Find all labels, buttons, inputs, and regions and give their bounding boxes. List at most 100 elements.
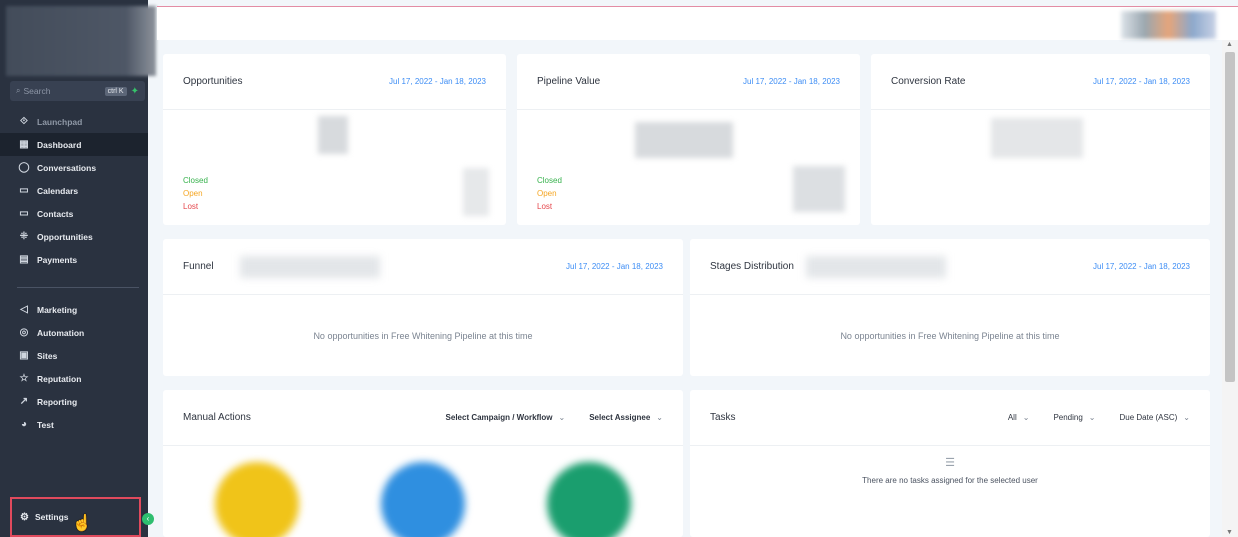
pipeline-select[interactable] (805, 255, 946, 278)
pipeline-select[interactable] (239, 255, 380, 278)
user-avatar-area[interactable] (1121, 11, 1216, 39)
empty-message: No opportunities in Free Whitening Pipel… (840, 331, 1060, 341)
sidebar-item-conversations[interactable]: ◯ Conversations (0, 156, 148, 179)
sidebar-item-reporting[interactable]: ↗ Reporting (0, 390, 148, 413)
blurred-value (318, 116, 348, 154)
contacts-icon: ▭ (19, 208, 29, 219)
sidebar-item-contacts[interactable]: ▭ Contacts (0, 202, 148, 225)
sidebar-item-dashboard[interactable]: ▦ Dashboard (0, 133, 148, 156)
conversion-rate-card: Conversion Rate Jul 17, 2022 - Jan 18, 2… (871, 54, 1210, 225)
sidebar-item-automation[interactable]: ◎ Automation (0, 321, 148, 344)
sidebar-item-opportunities[interactable]: ⁜ Opportunities (0, 225, 148, 248)
sidebar-item-label: Marketing (37, 304, 78, 315)
automation-icon: ◎ (19, 327, 29, 338)
sites-icon: ▣ (19, 350, 29, 361)
tasks-card: Tasks All ⌄ Pending ⌄ Due Date (ASC) ⌄ ☰… (690, 390, 1210, 537)
call-action-circle[interactable] (381, 462, 465, 537)
date-range[interactable]: Jul 17, 2022 - Jan 18, 2023 (1093, 262, 1190, 271)
scroll-down-icon[interactable]: ▼ (1226, 529, 1233, 536)
sidebar-item-label: Sites (37, 350, 58, 361)
opportunities-icon: ⁜ (19, 231, 29, 242)
sidebar-item-sites[interactable]: ▣ Sites (0, 344, 148, 367)
card-title: Funnel (183, 261, 214, 272)
legend-lost: Lost (537, 202, 553, 211)
email-action-circle[interactable] (547, 462, 631, 537)
sidebar-item-label: Opportunities (37, 231, 93, 242)
search-box[interactable]: ⌕ Search ctrl K ✦ (10, 81, 145, 101)
blurred-value (991, 118, 1083, 158)
sidebar: ⌕ Search ctrl K ✦ ⟐ Launchpad ▦ Dashboard ◯ C… (0, 0, 156, 537)
sidebar-item-label: Test (37, 419, 54, 430)
pipeline-value-card: Pipeline Value Jul 17, 2022 - Jan 18, 20… (517, 54, 860, 225)
date-range[interactable]: Jul 17, 2022 - Jan 18, 2023 (743, 77, 840, 86)
select-label: Select Assignee (589, 413, 651, 422)
sidebar-item-label: Conversations (37, 162, 97, 173)
card-title: Manual Actions (183, 412, 251, 423)
hand-cursor-icon: ☝ (72, 515, 92, 532)
calendar-icon: ▭ (19, 185, 29, 196)
card-title: Conversion Rate (891, 76, 966, 87)
funnel-card: Funnel Jul 17, 2022 - Jan 18, 2023 No op… (163, 239, 683, 376)
location-switcher[interactable] (6, 6, 156, 76)
status-legend: Closed Open Lost (537, 174, 562, 213)
sidebar-nav-primary: ⟐ Launchpad ▦ Dashboard ◯ Conversations ▭ Calen… (0, 110, 148, 271)
chevron-down-icon: ⌄ (1022, 413, 1030, 422)
sidebar-item-label: Automation (37, 327, 85, 338)
empty-list-icon: ☰ (945, 457, 955, 469)
search-icon: ⌕ (16, 86, 21, 95)
select-label: Pending (1053, 413, 1083, 422)
filter-all-select[interactable]: All ⌄ (1008, 413, 1030, 422)
sidebar-item-label: Payments (37, 254, 78, 265)
sidebar-item-reputation[interactable]: ☆ Reputation (0, 367, 148, 390)
date-range[interactable]: Jul 17, 2022 - Jan 18, 2023 (1093, 77, 1190, 86)
chevron-down-icon: ⌄ (656, 413, 663, 422)
legend-closed: Closed (537, 176, 562, 185)
sidebar-item-label: Reputation (37, 373, 82, 384)
empty-message: No opportunities in Free Whitening Pipel… (313, 331, 533, 341)
top-header (157, 6, 1238, 40)
sort-select[interactable]: Due Date (ASC) ⌄ (1120, 413, 1191, 422)
star-icon: ☆ (19, 373, 29, 384)
empty-message: There are no tasks assigned for the sele… (862, 476, 1038, 485)
select-label: Due Date (ASC) (1119, 413, 1178, 422)
sidebar-item-launchpad[interactable]: ⟐ Launchpad (0, 110, 148, 133)
opportunities-card: Opportunities Jul 17, 2022 - Jan 18, 202… (163, 54, 506, 225)
blurred-chart (463, 168, 489, 216)
scroll-up-icon[interactable]: ▲ (1226, 41, 1233, 48)
sms-action-circle[interactable] (215, 462, 299, 537)
gear-icon: ⚙ (20, 511, 29, 523)
sidebar-item-payments[interactable]: ▤ Payments (0, 248, 148, 271)
scrollbar-thumb[interactable] (1225, 52, 1235, 382)
blurred-value (635, 122, 733, 158)
chevron-down-icon: ⌄ (558, 413, 566, 422)
page-scrollbar[interactable]: ▲ ▼ (1222, 40, 1238, 537)
sidebar-item-label: Dashboard (37, 139, 82, 150)
date-range[interactable]: Jul 17, 2022 - Jan 18, 2023 (389, 77, 486, 86)
chat-icon: ◯ (18, 162, 30, 173)
collapse-sidebar-button[interactable]: ‹ (142, 513, 154, 525)
payments-icon: ▤ (19, 254, 29, 265)
status-legend: Closed Open Lost (183, 174, 208, 213)
sidebar-item-test[interactable]: ◕ Test (0, 413, 148, 436)
dashboard-icon: ▦ (19, 139, 29, 150)
card-title: Pipeline Value (537, 76, 601, 87)
sidebar-item-calendars[interactable]: ▭ Calendars (0, 179, 148, 202)
status-filter-select[interactable]: Pending ⌄ (1053, 413, 1095, 422)
sidebar-item-label: Contacts (37, 208, 74, 219)
manual-actions-card: Manual Actions Select Campaign / Workflo… (163, 390, 683, 537)
chart-line-icon: ↗ (19, 396, 29, 407)
sparkle-icon[interactable]: ✦ (131, 86, 139, 97)
select-label: Select Campaign / Workflow (445, 413, 553, 422)
test-icon: ◕ (20, 419, 28, 430)
sidebar-nav-secondary: ◁ Marketing ◎ Automation ▣ Sites ☆ Reputation ↗ R… (0, 298, 148, 436)
select-label: All (1007, 413, 1017, 422)
legend-lost: Lost (183, 202, 199, 211)
legend-open: Open (537, 189, 557, 198)
legend-open: Open (183, 189, 203, 198)
campaign-workflow-select[interactable]: Select Campaign / Workflow ⌄ (446, 413, 566, 422)
stages-distribution-card: Stages Distribution Jul 17, 2022 - Jan 1… (690, 239, 1210, 376)
sidebar-item-label: Settings (34, 512, 69, 522)
sidebar-item-marketing[interactable]: ◁ Marketing (0, 298, 148, 321)
assignee-select[interactable]: Select Assignee ⌄ (589, 413, 663, 422)
date-range[interactable]: Jul 17, 2022 - Jan 18, 2023 (566, 262, 663, 271)
